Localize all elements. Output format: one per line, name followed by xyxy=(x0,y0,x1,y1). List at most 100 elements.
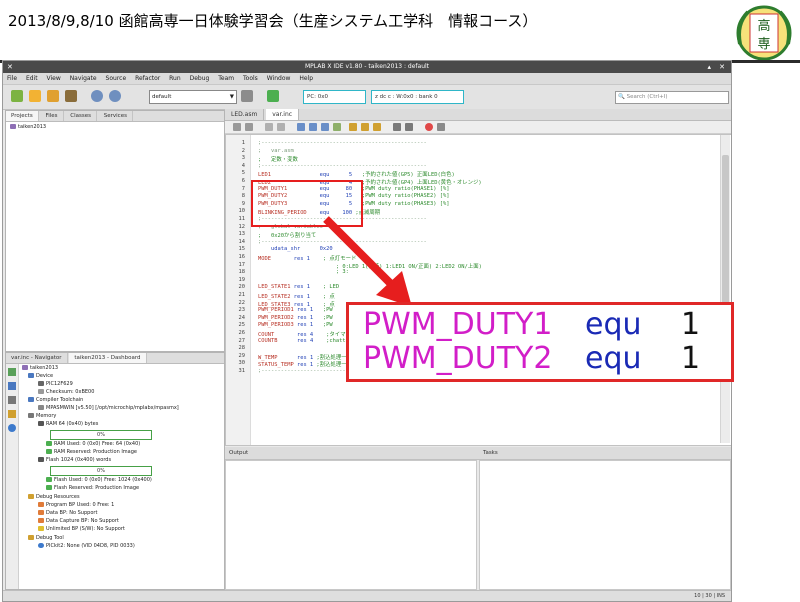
menu-file[interactable]: File xyxy=(7,75,17,82)
menu-window[interactable]: Window xyxy=(267,75,291,82)
window-maximize-icon[interactable]: ▴ xyxy=(707,61,711,73)
menu-edit[interactable]: Edit xyxy=(26,75,38,82)
build-hammer-icon[interactable] xyxy=(241,90,253,102)
dashboard-settings-icon[interactable] xyxy=(8,368,16,376)
project-tree-item[interactable]: taiken2013 xyxy=(10,124,46,131)
status-bar: 10 | 30 | INS xyxy=(3,590,731,601)
forward-icon[interactable] xyxy=(277,123,285,131)
configuration-select-value: default xyxy=(152,94,172,100)
data-capture-icon xyxy=(38,518,44,523)
menu-navigate[interactable]: Navigate xyxy=(70,75,97,82)
menu-help[interactable]: Help xyxy=(299,75,313,82)
tab-led-asm[interactable]: LED.asm xyxy=(225,109,265,120)
search-input[interactable]: 🔍 Search (Ctrl+I) xyxy=(615,91,729,104)
output-panel-tab[interactable]: Output xyxy=(225,447,479,460)
ram-usage-bar: 0% xyxy=(50,430,152,440)
configuration-select[interactable]: default ▼ xyxy=(149,90,237,104)
find-next-icon[interactable] xyxy=(321,123,329,131)
tab-services[interactable]: Services xyxy=(99,111,133,121)
source-view-icon[interactable] xyxy=(233,123,241,131)
history-icon[interactable] xyxy=(245,123,253,131)
window-close-icon[interactable]: ✕ xyxy=(7,61,13,73)
memory-node[interactable]: Memory xyxy=(28,413,56,420)
tasks-tab-label: Tasks xyxy=(483,450,498,456)
menu-run[interactable]: Run xyxy=(169,75,181,82)
menu-team[interactable]: Team xyxy=(218,75,234,82)
code-token: res 1 xyxy=(293,314,323,321)
bookmark-next-icon[interactable] xyxy=(361,123,369,131)
tab-classes[interactable]: Classes xyxy=(65,111,97,121)
tab-projects[interactable]: Projects xyxy=(6,111,39,121)
editor-scrollbar[interactable] xyxy=(720,135,730,443)
redo-icon[interactable] xyxy=(109,90,121,102)
undo-icon[interactable] xyxy=(91,90,103,102)
status-register-field: z dc c : W:0x0 : bank 0 xyxy=(371,90,464,104)
compiler-node[interactable]: Compiler Toolchain xyxy=(28,397,83,404)
debug-tool-node[interactable]: Debug Tool xyxy=(28,535,64,542)
menu-refactor[interactable]: Refactor xyxy=(135,75,160,82)
line-number: 17 xyxy=(238,261,246,268)
toggle-highlight-icon[interactable] xyxy=(333,123,341,131)
school-emblem: 高 専 xyxy=(736,5,792,61)
checksum-icon xyxy=(38,389,44,394)
dashboard-device-icon[interactable] xyxy=(8,382,16,390)
code-token: ;PW xyxy=(322,322,333,329)
tab-navigator[interactable]: var.inc - Navigator xyxy=(6,353,68,363)
line-number: 7 xyxy=(241,185,245,192)
device-node[interactable]: Device xyxy=(28,373,53,380)
line-number: 25 xyxy=(238,322,246,329)
dashboard-help-icon[interactable] xyxy=(8,424,16,432)
unlimited-bp-icon xyxy=(38,526,44,531)
line-number-gutter: 1 2 3 4 5 6 7 8 9 10 11 12 13 14 15 16 17 18 19 20 21 22 23 24 2… xyxy=(226,135,251,445)
data-bp-label: Data BP: No Support xyxy=(46,510,98,516)
flash-reserved: Flash Reserved: Production Image xyxy=(46,485,139,492)
save-all-icon[interactable] xyxy=(65,90,77,102)
program-bp: Program BP Used: 0 Free: 1 xyxy=(38,502,114,509)
shift-right-icon[interactable] xyxy=(405,123,413,131)
flash-node[interactable]: Flash 1024 (0x400) words xyxy=(38,457,111,464)
bookmark-previous-icon[interactable] xyxy=(349,123,357,131)
open-project-icon[interactable] xyxy=(47,90,59,102)
zoom-callout: PWM_DUTY1 equ 1 PWM_DUTY2 equ 1 xyxy=(346,302,734,382)
back-icon[interactable] xyxy=(265,123,273,131)
dashboard-project[interactable]: taiken2013 xyxy=(22,365,58,372)
ram-node[interactable]: RAM 64 (0x40) bytes xyxy=(38,421,98,428)
slide-title: 2013/8/9,8/10 函館高専一日体験学習会（生産システム工学科 情報コー… xyxy=(8,12,538,30)
debug-resources-node[interactable]: Debug Resources xyxy=(28,494,80,501)
dashboard-memory-icon[interactable] xyxy=(8,396,16,404)
emblem-char-1: 高 xyxy=(757,18,770,34)
device-icon xyxy=(28,373,34,378)
line-number: 14 xyxy=(238,238,246,245)
stop-macro-icon[interactable] xyxy=(437,123,445,131)
dashboard-project-label: taiken2013 xyxy=(30,365,59,371)
tasks-panel-tab[interactable]: Tasks xyxy=(479,447,731,460)
menu-tools[interactable]: Tools xyxy=(243,75,258,82)
code-token: ;PWM duty ratio(PHASE3) [%] xyxy=(361,200,450,207)
new-file-icon[interactable] xyxy=(29,90,41,102)
line-number: 26 xyxy=(238,330,246,336)
find-icon[interactable] xyxy=(297,123,305,131)
window-title: MPLAB X IDE v1.80 - taiken2013 : default xyxy=(304,63,430,70)
find-previous-icon[interactable] xyxy=(309,123,317,131)
ram-used-label: RAM Used: 0 (0x0) Free: 64 (0x40) xyxy=(54,441,141,447)
tab-dashboard[interactable]: taiken2013 - Dashboard xyxy=(69,353,147,363)
toggle-bookmark-icon[interactable] xyxy=(373,123,381,131)
menu-bar: File Edit View Navigate Source Refactor … xyxy=(3,73,731,85)
window-close-right-icon[interactable]: ✕ xyxy=(719,61,725,73)
record-macro-icon[interactable] xyxy=(425,123,433,131)
tab-var-inc[interactable]: var.inc xyxy=(266,109,300,120)
dashboard-debug-icon[interactable] xyxy=(8,410,16,418)
shift-left-icon[interactable] xyxy=(393,123,401,131)
tab-files[interactable]: Files xyxy=(40,111,64,121)
menu-debug[interactable]: Debug xyxy=(190,75,210,82)
menu-source[interactable]: Source xyxy=(106,75,127,82)
menu-view[interactable]: View xyxy=(47,75,61,82)
chevron-down-icon: ▼ xyxy=(229,94,234,100)
tasks-panel xyxy=(479,460,731,590)
new-project-icon[interactable] xyxy=(11,90,23,102)
program-device-icon[interactable] xyxy=(267,90,279,102)
data-capture-bp: Data Capture BP: No Support xyxy=(38,518,119,525)
callout-arrow xyxy=(323,216,412,307)
projects-panel-tabs: Projects Files Classes Services xyxy=(6,111,224,122)
line-number: 18 xyxy=(238,269,246,276)
